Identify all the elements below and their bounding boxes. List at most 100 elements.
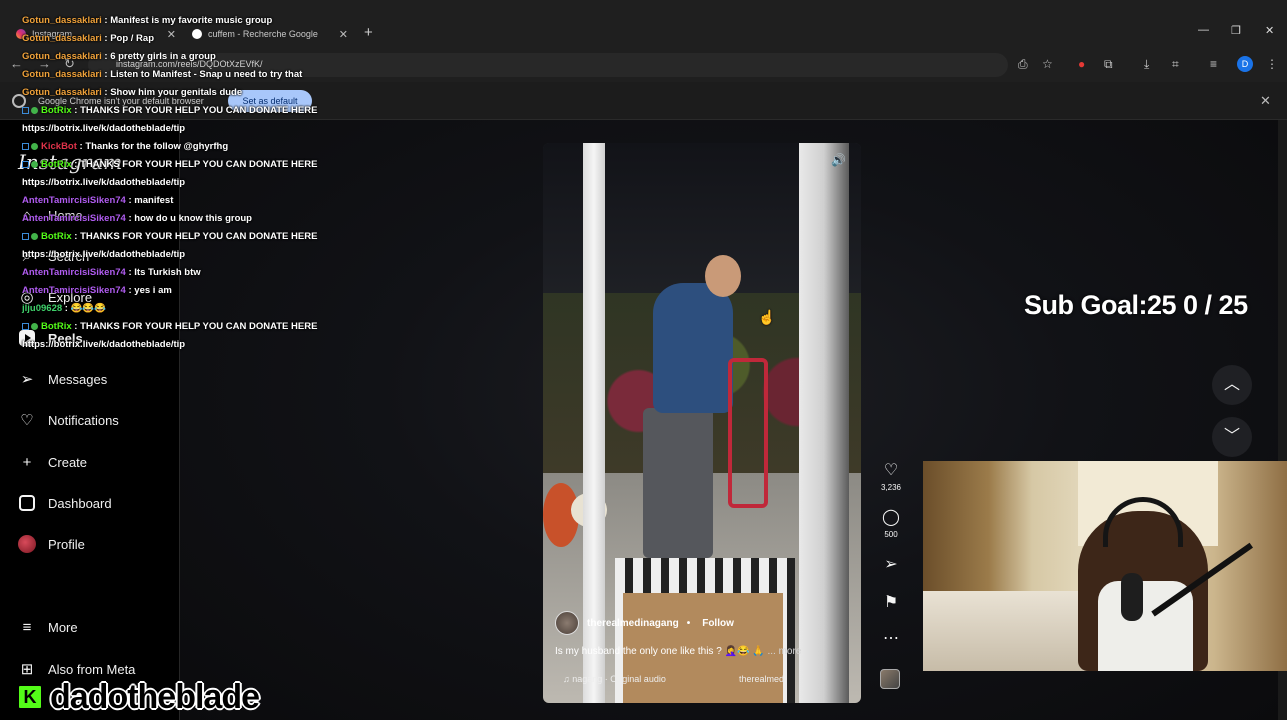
reel-author-row: therealmedinagang • Follow (555, 611, 734, 635)
media-control-icon[interactable]: ≡ (1210, 57, 1217, 71)
extensions-puzzle-icon[interactable]: ⧉ (1104, 57, 1113, 72)
verified-badge-icon (31, 161, 38, 168)
chat-text: Pop / Rap (110, 33, 154, 44)
browser-menu-icon[interactable]: ⋮ (1266, 57, 1278, 71)
reel-audio-row[interactable]: ♫ nagang · Original audio therealmedi (543, 670, 861, 690)
chat-username: BotRix (41, 105, 72, 116)
sidebar-item-label: Notifications (48, 412, 119, 428)
caption-more-link[interactable]: ... more (767, 646, 801, 657)
profile-avatar[interactable]: D (1237, 56, 1253, 72)
like-button[interactable]: ♡ 3,236 (876, 460, 906, 492)
chat-message: https://botrix.live/k/dadotheblade/tip (22, 174, 332, 192)
more-dots-icon: ⋯ (883, 630, 899, 647)
bot-badge-icon (22, 233, 29, 240)
minimize-icon[interactable]: — (1198, 24, 1209, 36)
send-icon: ➢ (884, 556, 898, 573)
chat-message: https://botrix.live/k/dadotheblade/tip (22, 120, 332, 138)
audio-name-tail: therealmedi (739, 674, 787, 684)
chat-text: Its Turkish btw (134, 267, 201, 278)
chat-text: 😂😂😂 (70, 303, 107, 314)
chat-text: THANKS FOR YOUR HELP YOU CAN DONATE HERE (80, 105, 318, 116)
install-app-icon[interactable]: ⎙ (1018, 57, 1028, 72)
author-username[interactable]: therealmedinagang (587, 618, 679, 629)
sidebar-item-messages[interactable]: ➢ Messages (18, 370, 108, 388)
streamer-brand: K dadotheblade (16, 678, 260, 716)
volume-icon[interactable]: 🔊 (831, 153, 846, 167)
chat-message: BotRix : THANKS FOR YOUR HELP YOU CAN DO… (22, 156, 332, 174)
chat-username: BotRix (41, 321, 72, 332)
chat-message: BotRix : THANKS FOR YOUR HELP YOU CAN DO… (22, 228, 332, 246)
microphone-icon (1121, 573, 1143, 621)
chat-username: KickBot (41, 141, 77, 152)
previous-reel-button[interactable]: ︿ (1212, 365, 1252, 405)
chat-text: how do u know this group (134, 213, 252, 224)
chat-message: https://botrix.live/k/dadotheblade/tip (22, 246, 332, 264)
infobar-close-icon[interactable]: ✕ (1260, 93, 1271, 109)
verified-badge-icon (31, 233, 38, 240)
sidebar-item-more[interactable]: ≡ More (18, 618, 78, 636)
chat-username: Gotun_dassaklari (22, 51, 102, 62)
streamer-webcam (923, 461, 1287, 671)
comment-icon: ◯ (882, 509, 900, 526)
chat-message: jlju09628 : 😂😂😂 (22, 303, 107, 314)
comment-button[interactable]: ◯ 500 (876, 507, 906, 539)
chat-username: BotRix (41, 231, 72, 242)
bookmark-star-icon[interactable]: ☆ (1042, 57, 1053, 71)
downloads-icon[interactable]: ⤓ (1144, 57, 1149, 72)
sidebar-item-create[interactable]: + Create (18, 453, 87, 471)
sidebar-item-also-from-meta[interactable]: ⊞ Also from Meta (18, 660, 136, 678)
audio-name: ♫ nagang · Original audio (563, 674, 666, 684)
window-close-icon[interactable]: ✕ (1265, 24, 1274, 37)
chat-message: AntenTamircisiSiken74 : yes i am (22, 285, 172, 296)
save-button[interactable]: ⚑ (876, 592, 906, 612)
chat-text: THANKS FOR YOUR HELP YOU CAN DONATE HERE (80, 321, 318, 332)
more-options-button[interactable]: ⋯ (876, 628, 906, 648)
close-icon[interactable]: ✕ (339, 28, 356, 41)
bot-badge-icon (22, 143, 29, 150)
chat-message: Gotun_dassaklari : Pop / Rap (22, 33, 154, 44)
chat-text: https://botrix.live/k/dadotheblade/tip (22, 123, 186, 134)
chat-text: manifest (134, 195, 174, 206)
sidebar-item-label: Dashboard (48, 495, 112, 511)
share-button[interactable]: ➢ (876, 554, 906, 574)
next-reel-button[interactable]: ﹀ (1212, 417, 1252, 457)
chat-message: KickBot : Thanks for the follow @ghyrfhg (22, 138, 332, 156)
chat-text: Show him your genitals dude (110, 87, 243, 98)
new-tab-button[interactable]: + (364, 24, 373, 41)
reel-video[interactable]: 🔊 therealmedinagang • Follow Is my husba… (543, 143, 861, 703)
video-person-head (705, 255, 741, 297)
sidebar-item-label: More (48, 619, 78, 635)
chat-username: Gotun_dassaklari (22, 69, 102, 80)
verified-badge-icon (31, 323, 38, 330)
menu-icon: ≡ (22, 618, 32, 636)
sidebar-item-dashboard[interactable]: Dashboard (18, 494, 112, 512)
chevron-down-icon: ﹀ (1223, 428, 1240, 445)
author-avatar[interactable] (555, 611, 579, 635)
streamer-name: dadotheblade (50, 678, 260, 716)
video-door-frame (799, 143, 849, 703)
verified-badge-icon (31, 107, 38, 114)
heart-icon: ♡ (20, 412, 34, 429)
sidebar-item-profile[interactable]: Profile (18, 535, 85, 553)
video-person (653, 283, 733, 413)
chat-message: AntenTamircisiSiken74 : manifest (22, 195, 174, 206)
chat-text: THANKS FOR YOUR HELP YOU CAN DONATE HERE (80, 231, 318, 242)
restore-icon[interactable]: ❐ (1231, 24, 1241, 37)
chat-username: jlju09628 (22, 303, 63, 314)
reel-caption: Is my husband the only one like this ? 🤦… (555, 646, 801, 657)
extension-red-icon[interactable]: ● (1078, 57, 1085, 71)
chat-message: Gotun_dassaklari : Manifest is my favori… (22, 15, 273, 26)
screenshot-icon[interactable]: ⌗ (1172, 57, 1179, 72)
kick-logo-icon: K (16, 683, 44, 711)
heart-icon: ♡ (883, 462, 899, 479)
sidebar-item-label: Profile (48, 536, 85, 552)
audio-thumbnail[interactable] (880, 669, 900, 689)
chat-username: Gotun_dassaklari (22, 15, 102, 26)
send-icon: ➢ (20, 371, 34, 388)
stream-chat-overlay: Gotun_dassaklari : Manifest is my favori… (22, 12, 332, 354)
chat-text: THANKS FOR YOUR HELP YOU CAN DONATE HERE (80, 159, 318, 170)
sidebar-item-notifications[interactable]: ♡ Notifications (18, 411, 119, 429)
video-hand-truck (728, 358, 768, 508)
follow-button[interactable]: Follow (702, 618, 734, 629)
chat-text: Manifest is my favorite music group (110, 15, 273, 26)
